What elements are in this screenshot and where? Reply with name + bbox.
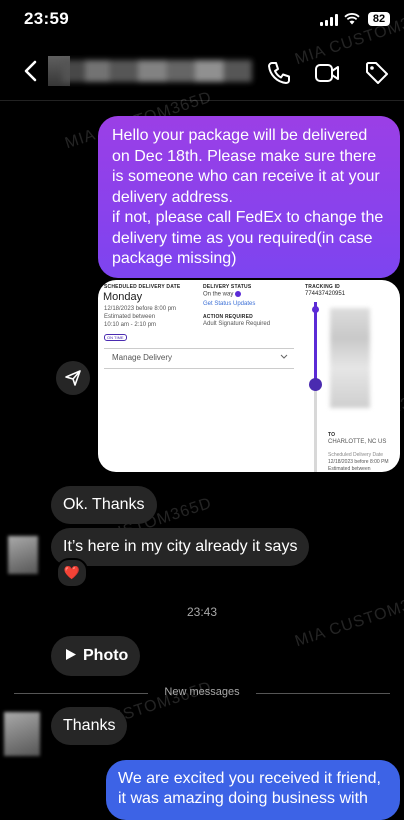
new-messages-label: New messages [164, 686, 240, 698]
tracking-screenshot[interactable]: SCHEDULED DELIVERY DATE Monday 12/18/202… [98, 280, 400, 472]
divider-line [14, 693, 148, 694]
heart-reaction-icon[interactable]: ❤️ [56, 558, 88, 588]
progress-start-icon [312, 306, 319, 313]
back-icon[interactable] [22, 60, 40, 82]
phone-icon[interactable] [266, 60, 292, 86]
chevron-down-icon [280, 354, 288, 359]
scheduled-date-label: SCHEDULED DELIVERY DATE [104, 284, 181, 290]
card-divider [104, 348, 294, 349]
delivery-status: On the way [203, 291, 242, 298]
manage-delivery[interactable]: Manage Delivery [112, 353, 172, 362]
progress-marker-icon [309, 378, 322, 391]
message-text: if not, please call FedEx to change the … [112, 209, 384, 267]
tag-icon[interactable] [364, 60, 390, 86]
action-required-value: Adult Signature Required [203, 321, 271, 327]
action-required-label: ACTION REQUIRED [203, 314, 253, 320]
received-message[interactable]: It’s here in my city already it says [51, 528, 310, 566]
status-dot-icon [235, 291, 242, 297]
message-text: Hello your package will be delivered on … [112, 127, 380, 206]
delivery-date: 12/18/2023 before 8:00 pm [104, 306, 177, 312]
send-icon [65, 370, 81, 386]
on-time-badge: ON TIME [104, 334, 127, 341]
sender-avatar[interactable] [8, 536, 38, 574]
get-status-updates-link[interactable]: Get Status Updates [203, 301, 255, 307]
scheduled-label: Scheduled Delivery Date [328, 452, 384, 458]
watermark: MIA CUSTOM365D [292, 586, 404, 651]
sent-message[interactable]: Hello your package will be delivered on … [98, 116, 400, 278]
video-icon[interactable] [314, 60, 340, 86]
divider-line [256, 693, 390, 694]
timestamp: 23:43 [186, 605, 218, 619]
sent-message[interactable]: We are excited you received it friend, i… [106, 760, 400, 820]
status-time: 23:59 [24, 9, 69, 28]
redacted-address [330, 308, 370, 408]
share-button[interactable] [56, 361, 90, 395]
received-message[interactable]: Ok. Thanks [51, 486, 157, 524]
photo-message[interactable]: Photo [51, 636, 141, 676]
progress-line-remaining [314, 386, 317, 472]
signal-icon [320, 14, 338, 26]
to-label: TO [328, 432, 336, 438]
photo-label: Photo [83, 647, 129, 664]
received-message[interactable]: Thanks [51, 707, 128, 745]
play-icon [66, 649, 76, 660]
to-city: CHARLOTTE, NC US [328, 439, 387, 445]
tracking-id: 774437420951 [305, 291, 346, 297]
delivery-day: Monday [103, 291, 143, 303]
estimated-label: Estimated between [104, 314, 156, 320]
progress-line [314, 302, 317, 386]
time-window: 10:10 am - 2:10 pm [104, 322, 157, 328]
wifi-icon [344, 13, 360, 25]
contact-name[interactable] [62, 60, 252, 82]
card-divider [104, 368, 294, 369]
tracking-id-label: TRACKING ID [305, 284, 340, 290]
estimated-between: Estimated between [328, 466, 371, 472]
delivery-status-label: DELIVERY STATUS [203, 284, 252, 290]
scheduled-value: 12/18/2023 before 8:00 PM [328, 459, 389, 465]
status-text: On the way [203, 291, 234, 298]
sender-avatar[interactable] [4, 712, 40, 756]
